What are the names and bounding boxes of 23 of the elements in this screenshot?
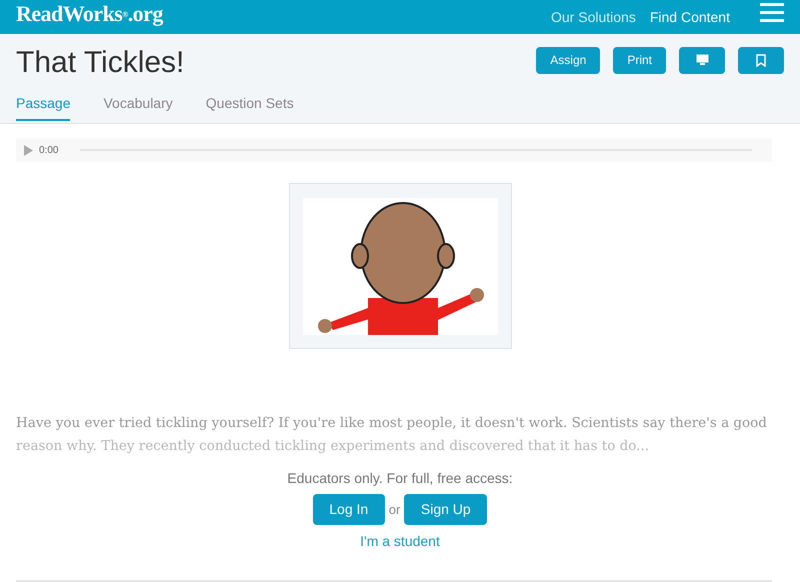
passage-text: reason why. They recently conducted tickling experiments and discovered that it has to do... [16, 437, 650, 456]
tab[interactable]: Passage [16, 93, 70, 121]
bookmark-icon [756, 54, 766, 66]
tab[interactable]: Vocabulary [103, 93, 173, 121]
play-icon[interactable] [24, 144, 33, 156]
page-title: That Tickles! [16, 44, 184, 80]
login-button[interactable]: Log In [312, 494, 385, 525]
bookmark-button[interactable] [738, 46, 784, 74]
monitor-icon [696, 54, 708, 66]
action-button[interactable]: Print [613, 46, 666, 74]
audio-time: 0:00 [39, 144, 58, 158]
student-link[interactable]: I'm a student [360, 531, 440, 552]
passage-text: Have you ever tried tickling yourself? If you're like most people, it doesn't work. Scientists say there's a good [16, 414, 768, 433]
action-button[interactable]: Assign [536, 46, 600, 74]
tab[interactable]: Question Sets [206, 93, 294, 121]
site-logo[interactable]: ReadWorks$^{®}$.org [16, 0, 163, 30]
monitor-button[interactable] [679, 46, 725, 74]
nav-link[interactable]: Our Solutions [551, 6, 636, 28]
menu-icon[interactable] [760, 3, 784, 23]
nav-link[interactable]: Find Content [650, 6, 730, 28]
access-prompt: Educators only. For full, free access: [287, 469, 513, 488]
signup-button[interactable]: Sign Up [404, 494, 488, 525]
or-label: or [388, 500, 400, 519]
